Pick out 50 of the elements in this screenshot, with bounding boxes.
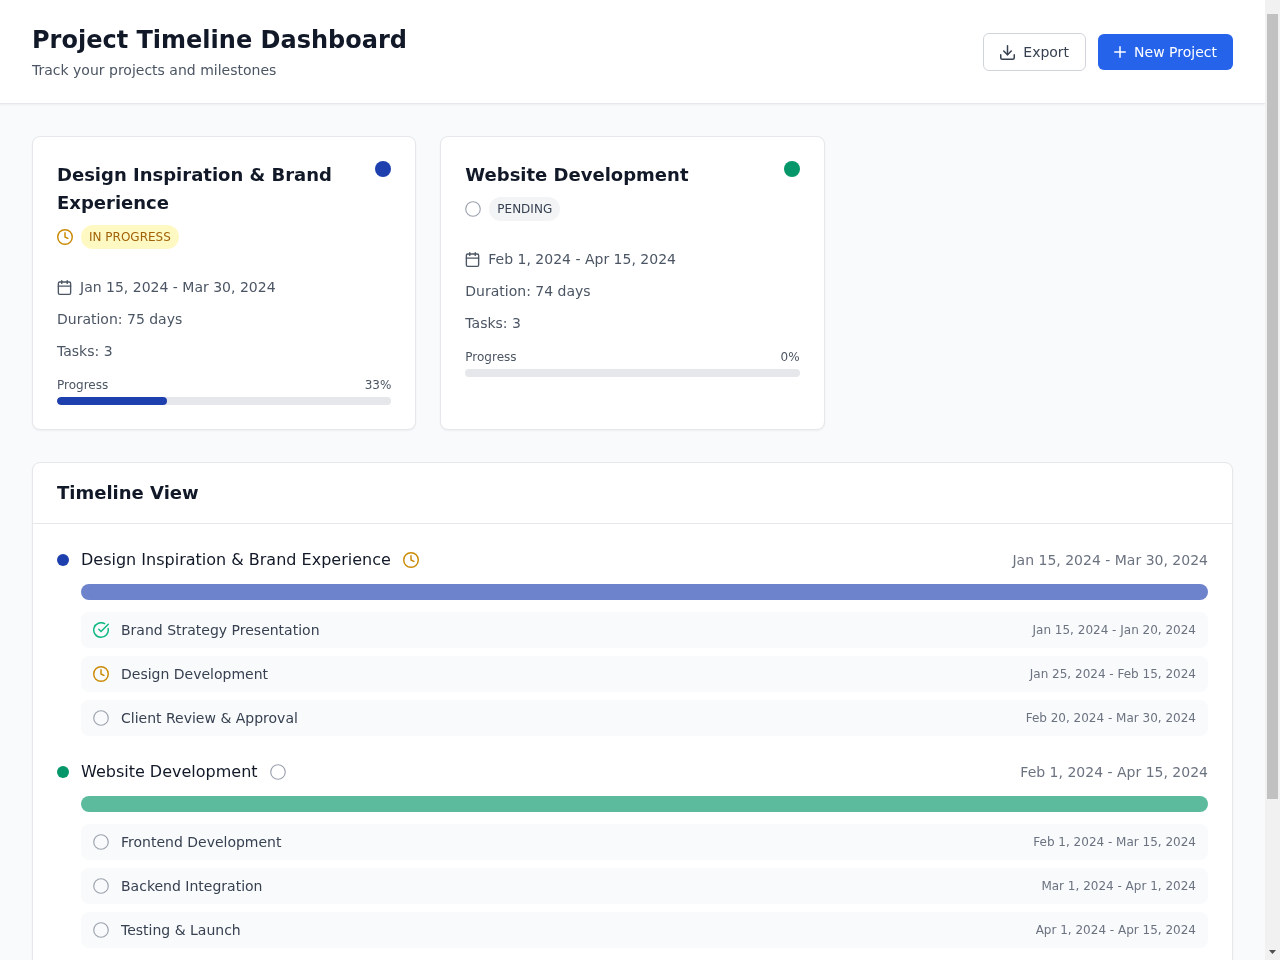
task-name: Design Development [121, 665, 269, 684]
task-name: Frontend Development [121, 833, 282, 852]
task-name: Brand Strategy Presentation [121, 621, 320, 640]
status-badge: PENDING [489, 197, 561, 221]
new-project-button[interactable]: New Project [1098, 34, 1233, 70]
scrollbar[interactable] [1265, 0, 1280, 960]
page-subtitle: Track your projects and milestones [32, 61, 278, 80]
circle-icon [93, 710, 109, 726]
task-count: Tasks: 3 [465, 314, 522, 333]
duration-text: Duration: 75 days [57, 310, 184, 329]
task-dates: Apr 1, 2024 - Apr 15, 2024 [1035, 922, 1196, 938]
check-circle-icon [93, 622, 109, 638]
task-dates: Feb 1, 2024 - Mar 15, 2024 [1033, 834, 1196, 850]
timeline-project-dates: Jan 15, 2024 - Mar 30, 2024 [1012, 551, 1208, 570]
duration-text: Duration: 74 days [465, 282, 592, 301]
calendar-icon [465, 251, 481, 267]
page-title: Project Timeline Dashboard [32, 25, 407, 56]
task-name: Client Review & Approval [121, 709, 298, 728]
task-dates: Jan 25, 2024 - Feb 15, 2024 [1029, 666, 1196, 682]
circle-icon [465, 201, 482, 217]
scrollbar-thumb[interactable] [1267, 14, 1278, 799]
timeline-project-name: Design Inspiration & Brand Experience [81, 549, 391, 571]
clock-icon [57, 229, 73, 245]
project-title: Website Development [465, 163, 689, 187]
status-badge: IN PROGRESS [81, 225, 179, 249]
download-icon [1000, 44, 1016, 60]
calendar-icon [57, 279, 72, 295]
circle-icon [93, 834, 109, 850]
progress-label: Progress [57, 377, 109, 393]
task-name: Backend Integration [121, 877, 263, 896]
panel-title: Timeline View [57, 481, 200, 505]
circle-icon [93, 878, 109, 894]
circle-icon [93, 922, 109, 938]
progress-label: Progress [465, 349, 517, 365]
progress-value: 0% [780, 349, 800, 365]
task-dates: Mar 1, 2024 - Apr 1, 2024 [1041, 878, 1196, 894]
export-button[interactable]: Export [983, 33, 1087, 71]
clock-icon [93, 666, 109, 682]
project-title: Design Inspiration & Brand Experience [57, 163, 333, 215]
timeline-project-name: Website Development [81, 761, 258, 783]
scroll-down-arrow-icon[interactable] [1269, 950, 1276, 954]
task-dates: Feb 20, 2024 - Mar 30, 2024 [1025, 710, 1196, 726]
date-range: Jan 15, 2024 - Mar 30, 2024 [80, 278, 276, 297]
task-name: Testing & Launch [121, 921, 241, 940]
plus-icon [1114, 46, 1127, 58]
task-dates: Jan 15, 2024 - Jan 20, 2024 [1032, 622, 1196, 638]
progress-value: 33% [364, 377, 392, 393]
task-count: Tasks: 3 [57, 342, 114, 361]
date-range: Feb 1, 2024 - Apr 15, 2024 [488, 250, 676, 269]
timeline-project-dates: Feb 1, 2024 - Apr 15, 2024 [1020, 763, 1208, 782]
